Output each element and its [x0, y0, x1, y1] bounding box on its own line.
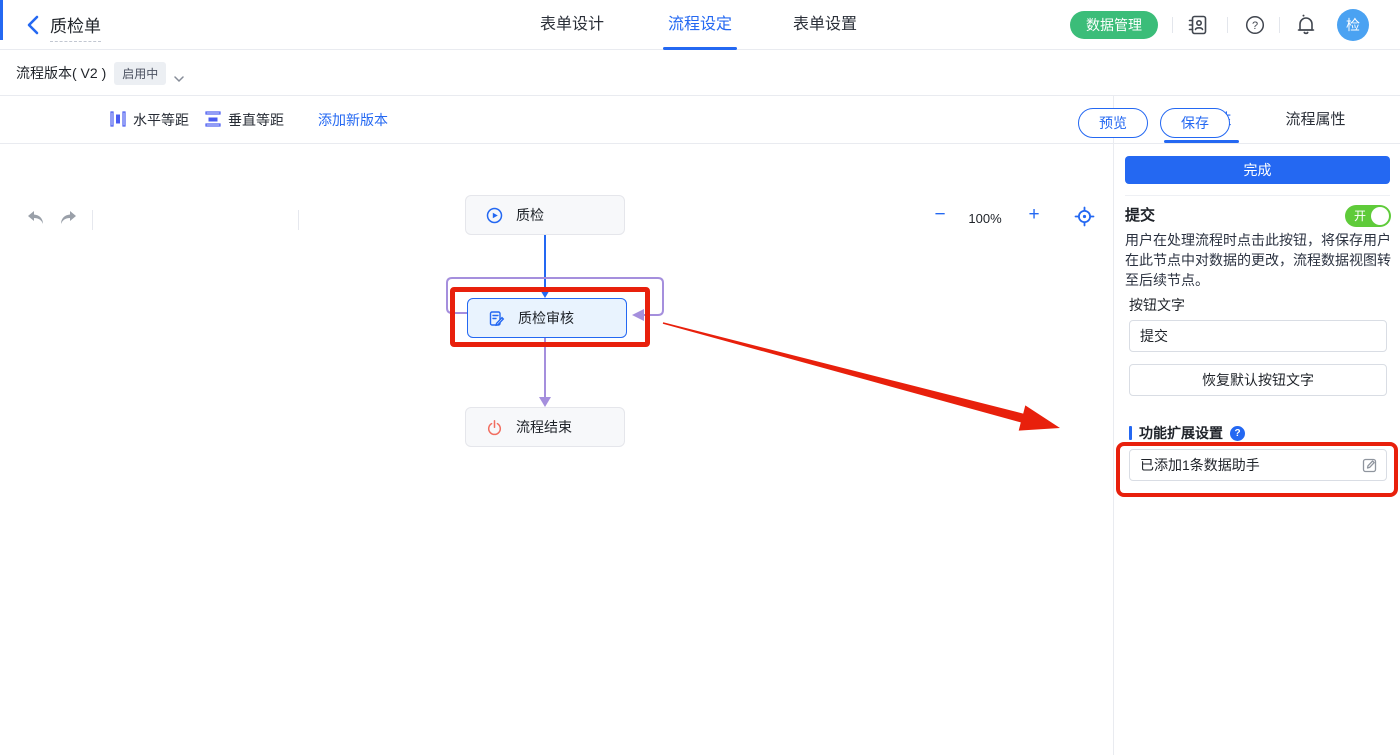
properties-panel: 节点属性 流程属性 完成 提交 开 用户在处理流程时点击此按钮，将保存用户在此节… — [1113, 96, 1400, 755]
zoom-level: 100% — [958, 211, 1012, 226]
toggle-on-label: 开 — [1354, 208, 1366, 224]
node-review[interactable]: 质检审核 — [467, 298, 627, 338]
restore-default-button[interactable]: 恢复默认按钮文字 — [1129, 364, 1387, 396]
tab-form-setting[interactable]: 表单设置 — [786, 0, 864, 50]
divider — [1125, 195, 1390, 196]
question-badge-icon[interactable]: ? — [1230, 426, 1245, 441]
data-assistant-field[interactable]: 已添加1条数据助手 — [1129, 449, 1387, 481]
submit-toggle[interactable]: 开 — [1345, 205, 1391, 227]
chevron-down-icon[interactable] — [174, 70, 184, 77]
node-end[interactable]: 流程结束 — [465, 407, 625, 447]
canvas-toolbar: 水平等距 垂直等距 添加新版本 − 100% + — [0, 96, 1113, 144]
power-icon — [486, 419, 503, 436]
section-accent-bar — [1129, 426, 1132, 440]
redo-icon[interactable] — [58, 209, 78, 232]
divider — [1227, 17, 1228, 33]
submit-description: 用户在处理流程时点击此按钮，将保存用户在此节点中对数据的更改，流程数据视图转至后… — [1125, 230, 1393, 290]
help-icon[interactable]: ? — [1244, 14, 1266, 41]
horizontal-space-label: 水平等距 — [133, 110, 189, 130]
edit-icon[interactable] — [1362, 457, 1378, 473]
submit-section-title: 提交 — [1125, 204, 1155, 225]
tab-flow-properties[interactable]: 流程属性 — [1278, 96, 1353, 143]
version-bar: 流程版本( V2 ) 启用中 预览 保存 — [0, 50, 1400, 96]
extension-section-head: 功能扩展设置 ? — [1129, 423, 1245, 443]
node-start[interactable]: 质检 — [465, 195, 625, 235]
active-panel-tab-underline — [1164, 140, 1239, 143]
button-text-label: 按钮文字 — [1129, 295, 1185, 315]
data-manage-button[interactable]: 数据管理 — [1070, 11, 1158, 39]
page-title[interactable]: 质检单 — [50, 12, 101, 42]
edit-doc-icon — [488, 310, 505, 327]
locate-icon[interactable] — [1074, 206, 1095, 232]
bell-icon[interactable] — [1294, 13, 1318, 42]
extension-section-title: 功能扩展设置 — [1139, 423, 1223, 443]
version-label: 流程版本( V2 ) — [16, 63, 106, 83]
vertical-space-label: 垂直等距 — [228, 110, 284, 130]
divider — [298, 210, 299, 230]
top-bar: 质检单 表单设计 流程设定 表单设置 数据管理 ? 检 — [0, 0, 1400, 50]
save-button[interactable]: 保存 — [1160, 108, 1230, 138]
node-label: 流程结束 — [516, 417, 572, 437]
back-icon[interactable] — [24, 14, 44, 36]
data-assistant-summary: 已添加1条数据助手 — [1140, 455, 1362, 475]
divider — [1172, 17, 1173, 33]
divider — [1279, 17, 1280, 33]
divider — [1114, 143, 1400, 144]
status-badge: 启用中 — [114, 62, 166, 85]
tab-flow-setting[interactable]: 流程设定 — [661, 0, 739, 50]
flow-canvas[interactable] — [0, 144, 1113, 755]
complete-button[interactable]: 完成 — [1125, 156, 1390, 184]
undo-icon[interactable] — [26, 209, 46, 232]
svg-text:?: ? — [1252, 20, 1258, 32]
contacts-icon[interactable] — [1187, 14, 1209, 41]
divider — [92, 210, 93, 230]
node-label: 质检 — [516, 205, 544, 225]
preview-button[interactable]: 预览 — [1078, 108, 1148, 138]
avatar[interactable]: 检 — [1337, 9, 1369, 41]
add-version-link[interactable]: 添加新版本 — [318, 96, 388, 144]
vertical-space-icon — [205, 111, 221, 130]
zoom-in-button[interactable]: + — [1022, 204, 1046, 228]
vertical-space-button[interactable]: 垂直等距 — [205, 96, 284, 144]
node-label: 质检审核 — [518, 308, 574, 328]
play-icon — [486, 207, 503, 224]
toggle-knob — [1371, 207, 1389, 225]
horizontal-space-button[interactable]: 水平等距 — [110, 96, 189, 144]
window-edge-accent — [0, 0, 3, 40]
horizontal-space-icon — [110, 111, 126, 130]
button-text-input[interactable] — [1129, 320, 1387, 352]
zoom-out-button[interactable]: − — [928, 204, 952, 228]
tab-form-design[interactable]: 表单设计 — [536, 0, 608, 50]
